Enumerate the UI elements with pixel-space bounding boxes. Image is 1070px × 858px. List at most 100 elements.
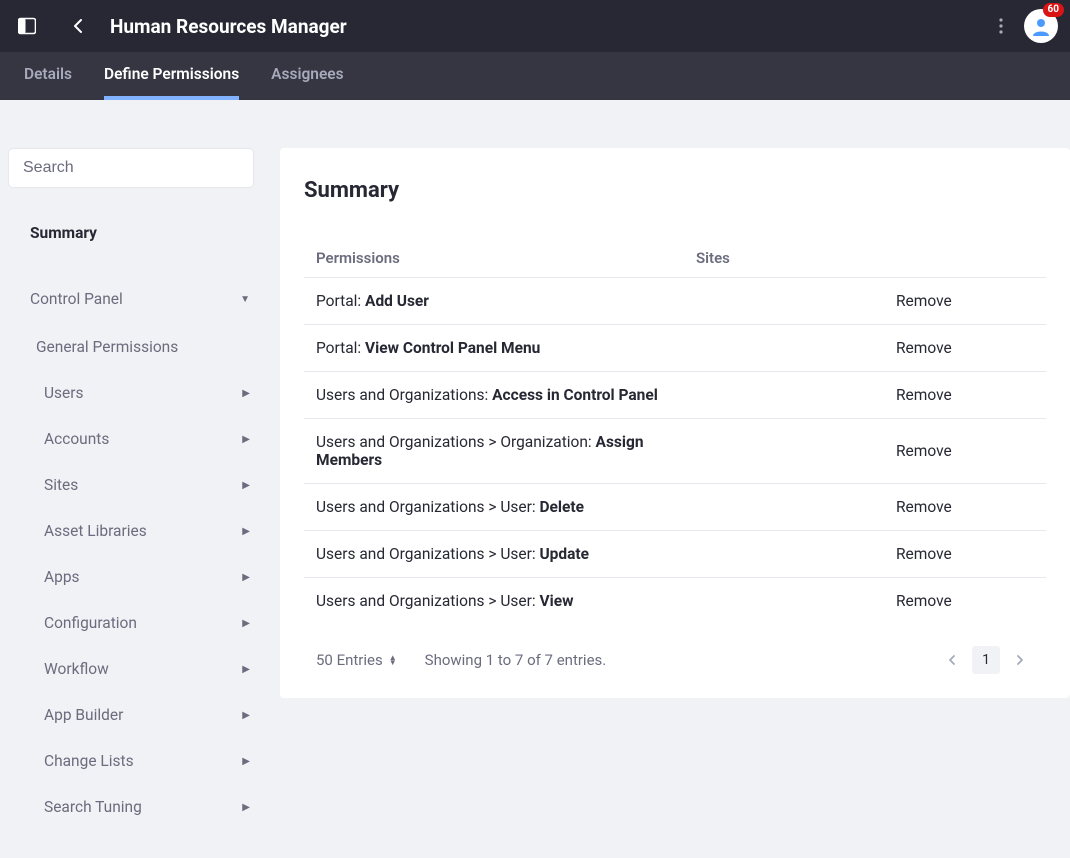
caret-right-icon: ▶ xyxy=(242,802,250,813)
pagination-prev-button[interactable] xyxy=(938,646,966,674)
more-menu-button[interactable] xyxy=(986,11,1016,41)
chevron-left-icon xyxy=(72,19,86,33)
tab-assignees[interactable]: Assignees xyxy=(271,52,343,100)
sidebar-item-sites[interactable]: Sites ▶ xyxy=(8,464,272,506)
permissions-table: Permissions Sites Portal: Add User Remove… xyxy=(304,239,1046,624)
column-header-permissions[interactable]: Permissions xyxy=(304,239,684,278)
permission-cell: Portal: View Control Panel Menu xyxy=(304,325,684,372)
caret-right-icon: ▶ xyxy=(242,388,250,399)
permission-action: View xyxy=(539,592,573,610)
permission-cell: Users and Organizations > User: Update xyxy=(304,531,684,578)
remove-link[interactable]: Remove xyxy=(896,386,952,404)
sidebar-item-label: Sites xyxy=(44,476,78,494)
sidebar-item-general-permissions[interactable]: General Permissions xyxy=(8,326,272,368)
sidebar-item-accounts[interactable]: Accounts ▶ xyxy=(8,418,272,460)
table-row: Users and Organizations > User: Update Re… xyxy=(304,531,1046,578)
sidebar-item-workflow[interactable]: Workflow ▶ xyxy=(8,648,272,690)
sites-cell xyxy=(684,578,884,625)
remove-link[interactable]: Remove xyxy=(896,292,952,310)
table-header-row: Permissions Sites xyxy=(304,239,1046,278)
sidebar: Summary Control Panel ▼ General Permissi… xyxy=(0,100,280,858)
table-footer: 50 Entries ▲▼ Showing 1 to 7 of 7 entrie… xyxy=(304,624,1046,674)
caret-down-icon: ▼ xyxy=(240,294,250,305)
table-row: Portal: View Control Panel Menu Remove xyxy=(304,325,1046,372)
sites-cell xyxy=(684,372,884,419)
actions-cell: Remove xyxy=(884,278,1046,325)
table-row: Users and Organizations: Access in Contr… xyxy=(304,372,1046,419)
permission-prefix: Portal: xyxy=(316,292,365,310)
tabs: Details Define Permissions Assignees xyxy=(0,52,1070,100)
sidebar-item-configuration[interactable]: Configuration ▶ xyxy=(8,602,272,644)
permission-action: View Control Panel Menu xyxy=(365,339,540,357)
user-icon xyxy=(1031,16,1051,36)
permission-action: Update xyxy=(539,545,589,563)
pagination: 1 xyxy=(938,646,1034,674)
sidebar-item-app-builder[interactable]: App Builder ▶ xyxy=(8,694,272,736)
sidebar-item-label: Users xyxy=(44,384,84,402)
permission-prefix: Users and Organizations: xyxy=(316,386,492,404)
table-row: Users and Organizations > User: View Remo… xyxy=(304,578,1046,625)
pagination-next-button[interactable] xyxy=(1006,646,1034,674)
sidebar-item-label: Configuration xyxy=(44,614,137,632)
sidebar-item-label: Apps xyxy=(44,568,80,586)
sidebar-icon xyxy=(18,17,36,35)
caret-right-icon: ▶ xyxy=(242,434,250,445)
sidebar-item-label: Change Lists xyxy=(44,752,134,770)
caret-right-icon: ▶ xyxy=(242,756,250,767)
sidebar-section-control-panel[interactable]: Control Panel ▼ xyxy=(8,278,272,320)
permission-cell: Users and Organizations: Access in Contr… xyxy=(304,372,684,419)
sidebar-item-users[interactable]: Users ▶ xyxy=(8,372,272,414)
summary-card: Summary Permissions Sites Portal: Add Us… xyxy=(280,148,1070,698)
table-row: Users and Organizations > Organization: … xyxy=(304,419,1046,484)
actions-cell: Remove xyxy=(884,325,1046,372)
sidebar-item-search-tuning[interactable]: Search Tuning ▶ xyxy=(8,786,272,828)
sidebar-item-apps[interactable]: Apps ▶ xyxy=(8,556,272,598)
permission-cell: Users and Organizations > User: Delete xyxy=(304,484,684,531)
notification-badge: 60 xyxy=(1043,3,1064,17)
actions-cell: Remove xyxy=(884,419,1046,484)
permission-action: Delete xyxy=(539,498,584,516)
caret-right-icon: ▶ xyxy=(242,526,250,537)
remove-link[interactable]: Remove xyxy=(896,442,952,460)
remove-link[interactable]: Remove xyxy=(896,498,952,516)
card-heading: Summary xyxy=(304,178,1046,203)
actions-cell: Remove xyxy=(884,484,1046,531)
panel-toggle-button[interactable] xyxy=(12,11,42,41)
remove-link[interactable]: Remove xyxy=(896,592,952,610)
sites-cell xyxy=(684,419,884,484)
actions-cell: Remove xyxy=(884,372,1046,419)
app-header: Human Resources Manager 60 xyxy=(0,0,1070,52)
chevron-right-icon xyxy=(1015,655,1025,665)
actions-cell: Remove xyxy=(884,578,1046,625)
permission-prefix: Users and Organizations > User: xyxy=(316,592,539,610)
caret-right-icon: ▶ xyxy=(242,618,250,629)
sidebar-item-label: Search Tuning xyxy=(44,798,142,816)
column-header-sites[interactable]: Sites xyxy=(684,239,884,278)
sidebar-section-label: Control Panel xyxy=(30,290,123,308)
sidebar-item-label: App Builder xyxy=(44,706,123,724)
permission-cell: Portal: Add User xyxy=(304,278,684,325)
sidebar-summary-link[interactable]: Summary xyxy=(8,212,272,254)
caret-right-icon: ▶ xyxy=(242,710,250,721)
remove-link[interactable]: Remove xyxy=(896,545,952,563)
pagination-page-1[interactable]: 1 xyxy=(972,646,1000,674)
dots-vertical-icon xyxy=(999,18,1003,34)
back-button[interactable] xyxy=(62,11,96,41)
page-title: Human Resources Manager xyxy=(110,15,347,38)
permission-action: Access in Control Panel xyxy=(492,386,658,404)
user-menu-button[interactable]: 60 xyxy=(1024,9,1058,43)
sidebar-item-label: Workflow xyxy=(44,660,109,678)
sidebar-item-label: Asset Libraries xyxy=(44,522,147,540)
main-content: Summary Permissions Sites Portal: Add Us… xyxy=(280,100,1070,858)
search-input[interactable] xyxy=(8,148,254,188)
sidebar-item-change-lists[interactable]: Change Lists ▶ xyxy=(8,740,272,782)
sidebar-item-asset-libraries[interactable]: Asset Libraries ▶ xyxy=(8,510,272,552)
chevron-left-icon xyxy=(947,655,957,665)
permission-prefix: Users and Organizations > User: xyxy=(316,498,539,516)
tab-details[interactable]: Details xyxy=(24,52,72,100)
tab-define-permissions[interactable]: Define Permissions xyxy=(104,52,239,100)
sidebar-item-label: General Permissions xyxy=(36,338,178,356)
remove-link[interactable]: Remove xyxy=(896,339,952,357)
sidebar-item-label: Accounts xyxy=(44,430,109,448)
entries-per-page-toggle[interactable]: 50 Entries ▲▼ xyxy=(316,651,397,669)
